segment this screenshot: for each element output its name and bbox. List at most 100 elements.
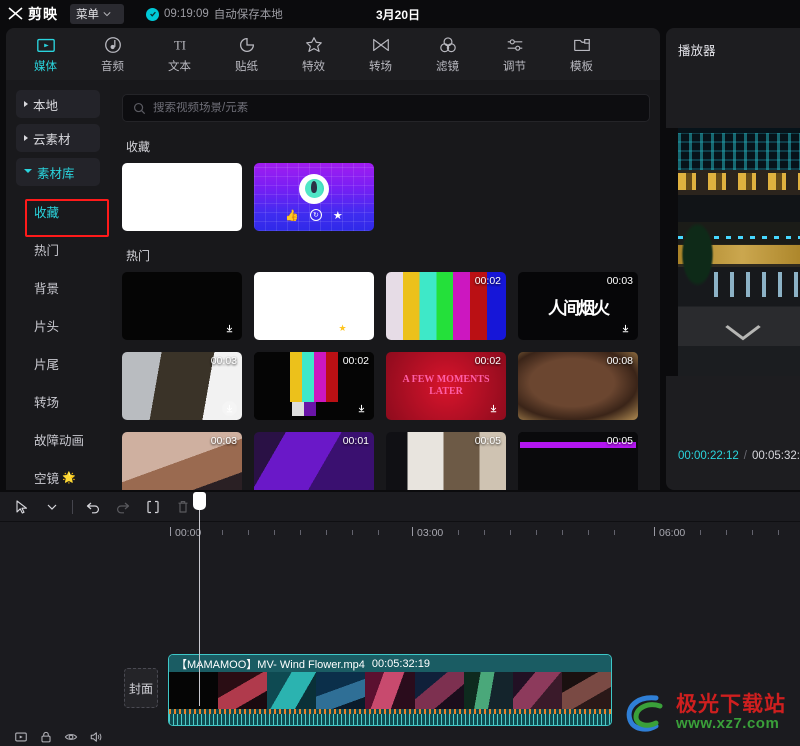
sidebar-item-background[interactable]: 背景 bbox=[6, 268, 110, 306]
resource-content: 收藏 👍 ↻ ★ bbox=[110, 80, 660, 490]
building-lights-layer bbox=[678, 172, 800, 190]
sidebar-group-local[interactable]: 本地 bbox=[16, 90, 100, 118]
material-card[interactable]: 00:02 bbox=[254, 352, 374, 420]
section-title-favorites: 收藏 bbox=[126, 140, 151, 154]
download-icon[interactable] bbox=[222, 212, 237, 227]
social-icons-row: 👍 ↻ ★ bbox=[254, 209, 374, 222]
material-card[interactable]: A FEW MOMENTS LATER 00:02 bbox=[386, 352, 506, 420]
player-stage[interactable] bbox=[666, 128, 800, 376]
material-card[interactable]: 人间烟火 00:03 bbox=[518, 272, 638, 340]
sidebar-item-glitch[interactable]: 故障动画 bbox=[6, 420, 110, 458]
material-card[interactable]: 00:02 bbox=[386, 272, 506, 340]
tab-text[interactable]: TI 文本 bbox=[146, 30, 213, 78]
material-card[interactable]: 00:03 bbox=[122, 432, 242, 490]
sidebar-item-transition[interactable]: 转场 bbox=[6, 382, 110, 420]
search-input[interactable] bbox=[153, 102, 639, 114]
search-bar[interactable] bbox=[122, 94, 650, 122]
download-icon[interactable] bbox=[618, 321, 633, 336]
material-card[interactable]: 00:03 bbox=[122, 352, 242, 420]
star-icon[interactable]: ★ bbox=[335, 321, 350, 336]
redo-icon[interactable] bbox=[113, 497, 133, 517]
tab-adjust[interactable]: 调节 bbox=[481, 30, 548, 78]
sidebar-item-background-label: 背景 bbox=[34, 281, 60, 296]
media-play-icon bbox=[35, 35, 57, 55]
material-card[interactable]: 00:08 bbox=[518, 352, 638, 420]
tab-transition[interactable]: 转场 bbox=[347, 30, 414, 78]
tab-audio[interactable]: 音频 bbox=[79, 30, 146, 78]
material-card[interactable]: ★ bbox=[254, 272, 374, 340]
template-folder-icon bbox=[571, 35, 593, 55]
player-current-time: 00:00:22:12 bbox=[678, 450, 739, 462]
resource-panel: 本地 云素材 素材库 收藏 热门 背景 片头 片尾 转场 故障动画 空镜 🌟 搜… bbox=[6, 80, 660, 490]
download-icon[interactable] bbox=[486, 401, 501, 416]
watermark-sub: www.xz7.com bbox=[676, 715, 780, 733]
resource-sidebar: 本地 云素材 素材库 收藏 热门 背景 片头 片尾 转场 故障动画 空镜 🌟 bbox=[6, 80, 110, 490]
section-title-hot: 热门 bbox=[126, 249, 151, 263]
material-card[interactable]: 👍 ↻ ★ bbox=[254, 163, 374, 231]
app-brand-name: 剪映 bbox=[28, 6, 58, 22]
playhead-grip[interactable] bbox=[193, 492, 206, 510]
check-circle-icon bbox=[146, 7, 159, 21]
clip-duration: 00:05:32:19 bbox=[371, 657, 430, 670]
chevron-down-icon bbox=[24, 168, 32, 176]
autosave-label: 自动保存本地 bbox=[213, 9, 283, 21]
tab-effects-label: 特效 bbox=[302, 60, 325, 73]
tab-text-label: 文本 bbox=[168, 60, 191, 73]
cover-button[interactable]: 封面 bbox=[124, 668, 158, 708]
sticker-icon bbox=[236, 35, 258, 55]
tab-sticker[interactable]: 贴纸 bbox=[213, 30, 280, 78]
sidebar-item-favorites-label: 收藏 bbox=[34, 205, 60, 220]
undo-icon[interactable] bbox=[83, 497, 103, 517]
tab-transition-label: 转场 bbox=[369, 60, 392, 73]
lock-icon[interactable] bbox=[39, 730, 53, 746]
material-card[interactable]: 00:05 bbox=[386, 432, 506, 490]
tab-effects[interactable]: 特效 bbox=[280, 30, 347, 78]
sidebar-item-hot[interactable]: 热门 bbox=[6, 230, 110, 268]
download-icon[interactable] bbox=[222, 401, 237, 416]
player-total-time: 00:05:32:19 bbox=[751, 450, 800, 462]
material-card[interactable] bbox=[122, 163, 242, 231]
delete-trash-icon[interactable] bbox=[173, 497, 193, 517]
select-cursor-icon[interactable] bbox=[12, 497, 32, 517]
tab-template[interactable]: 模板 bbox=[548, 30, 615, 78]
toolbar-divider bbox=[72, 499, 73, 514]
clip-name: 【MAMAMOO】MV- Wind Flower.mp4 bbox=[176, 658, 365, 671]
sidebar-item-ending[interactable]: 片尾 bbox=[6, 344, 110, 382]
sidebar-item-hot-label: 热门 bbox=[34, 243, 60, 258]
timeline-video-clip[interactable]: 【MAMAMOO】MV- Wind Flower.mp4 00:05:32:19 bbox=[168, 654, 612, 726]
material-card[interactable]: 00:01 bbox=[254, 432, 374, 490]
tab-audio-label: 音频 bbox=[101, 60, 124, 73]
download-icon[interactable] bbox=[354, 321, 369, 336]
chevron-down-icon[interactable] bbox=[42, 497, 62, 517]
tab-filter[interactable]: 滤镜 bbox=[414, 30, 481, 78]
menu-button[interactable]: 菜单 bbox=[70, 4, 124, 24]
playhead[interactable] bbox=[193, 492, 206, 706]
sidebar-item-favorites[interactable]: 收藏 bbox=[6, 192, 110, 230]
tab-sticker-label: 贴纸 bbox=[235, 60, 258, 73]
sidebar-item-empty-shot[interactable]: 空镜 🌟 bbox=[6, 458, 110, 490]
download-icon[interactable] bbox=[354, 401, 369, 416]
eye-icon[interactable] bbox=[64, 730, 78, 746]
svg-text:TI: TI bbox=[173, 38, 185, 52]
autosave-time: 09:19:09 bbox=[164, 8, 209, 20]
sidebar-group-library[interactable]: 素材库 bbox=[16, 158, 100, 186]
volume-icon[interactable] bbox=[89, 730, 103, 746]
app-logo: 剪映 bbox=[8, 4, 58, 24]
material-card[interactable]: 00:05 bbox=[518, 432, 638, 490]
download-icon[interactable] bbox=[222, 321, 237, 336]
resource-tabbar: 媒体 音频 TI 文本 贴纸 特效 转场 滤镜 调节 模板 bbox=[6, 28, 660, 80]
sidebar-group-cloud[interactable]: 云素材 bbox=[16, 124, 100, 152]
track-thumb-icon[interactable] bbox=[14, 730, 28, 746]
tab-media[interactable]: 媒体 bbox=[12, 30, 79, 78]
chevron-down-icon bbox=[103, 12, 111, 17]
sidebar-group-local-label: 本地 bbox=[33, 98, 59, 113]
transition-bowtie-icon bbox=[370, 35, 392, 55]
player-time-readout: 00:00:22:12 / 00:05:32:19 bbox=[678, 450, 800, 462]
material-card[interactable] bbox=[122, 272, 242, 340]
sidebar-item-opening-label: 片头 bbox=[34, 319, 60, 334]
timeline-ruler[interactable]: 00:00 03:00 06:00 bbox=[0, 522, 800, 548]
split-icon[interactable] bbox=[143, 497, 163, 517]
sidebar-item-opening[interactable]: 片头 bbox=[6, 306, 110, 344]
time-separator: / bbox=[743, 450, 747, 462]
duration-label: 00:05 bbox=[606, 435, 633, 447]
